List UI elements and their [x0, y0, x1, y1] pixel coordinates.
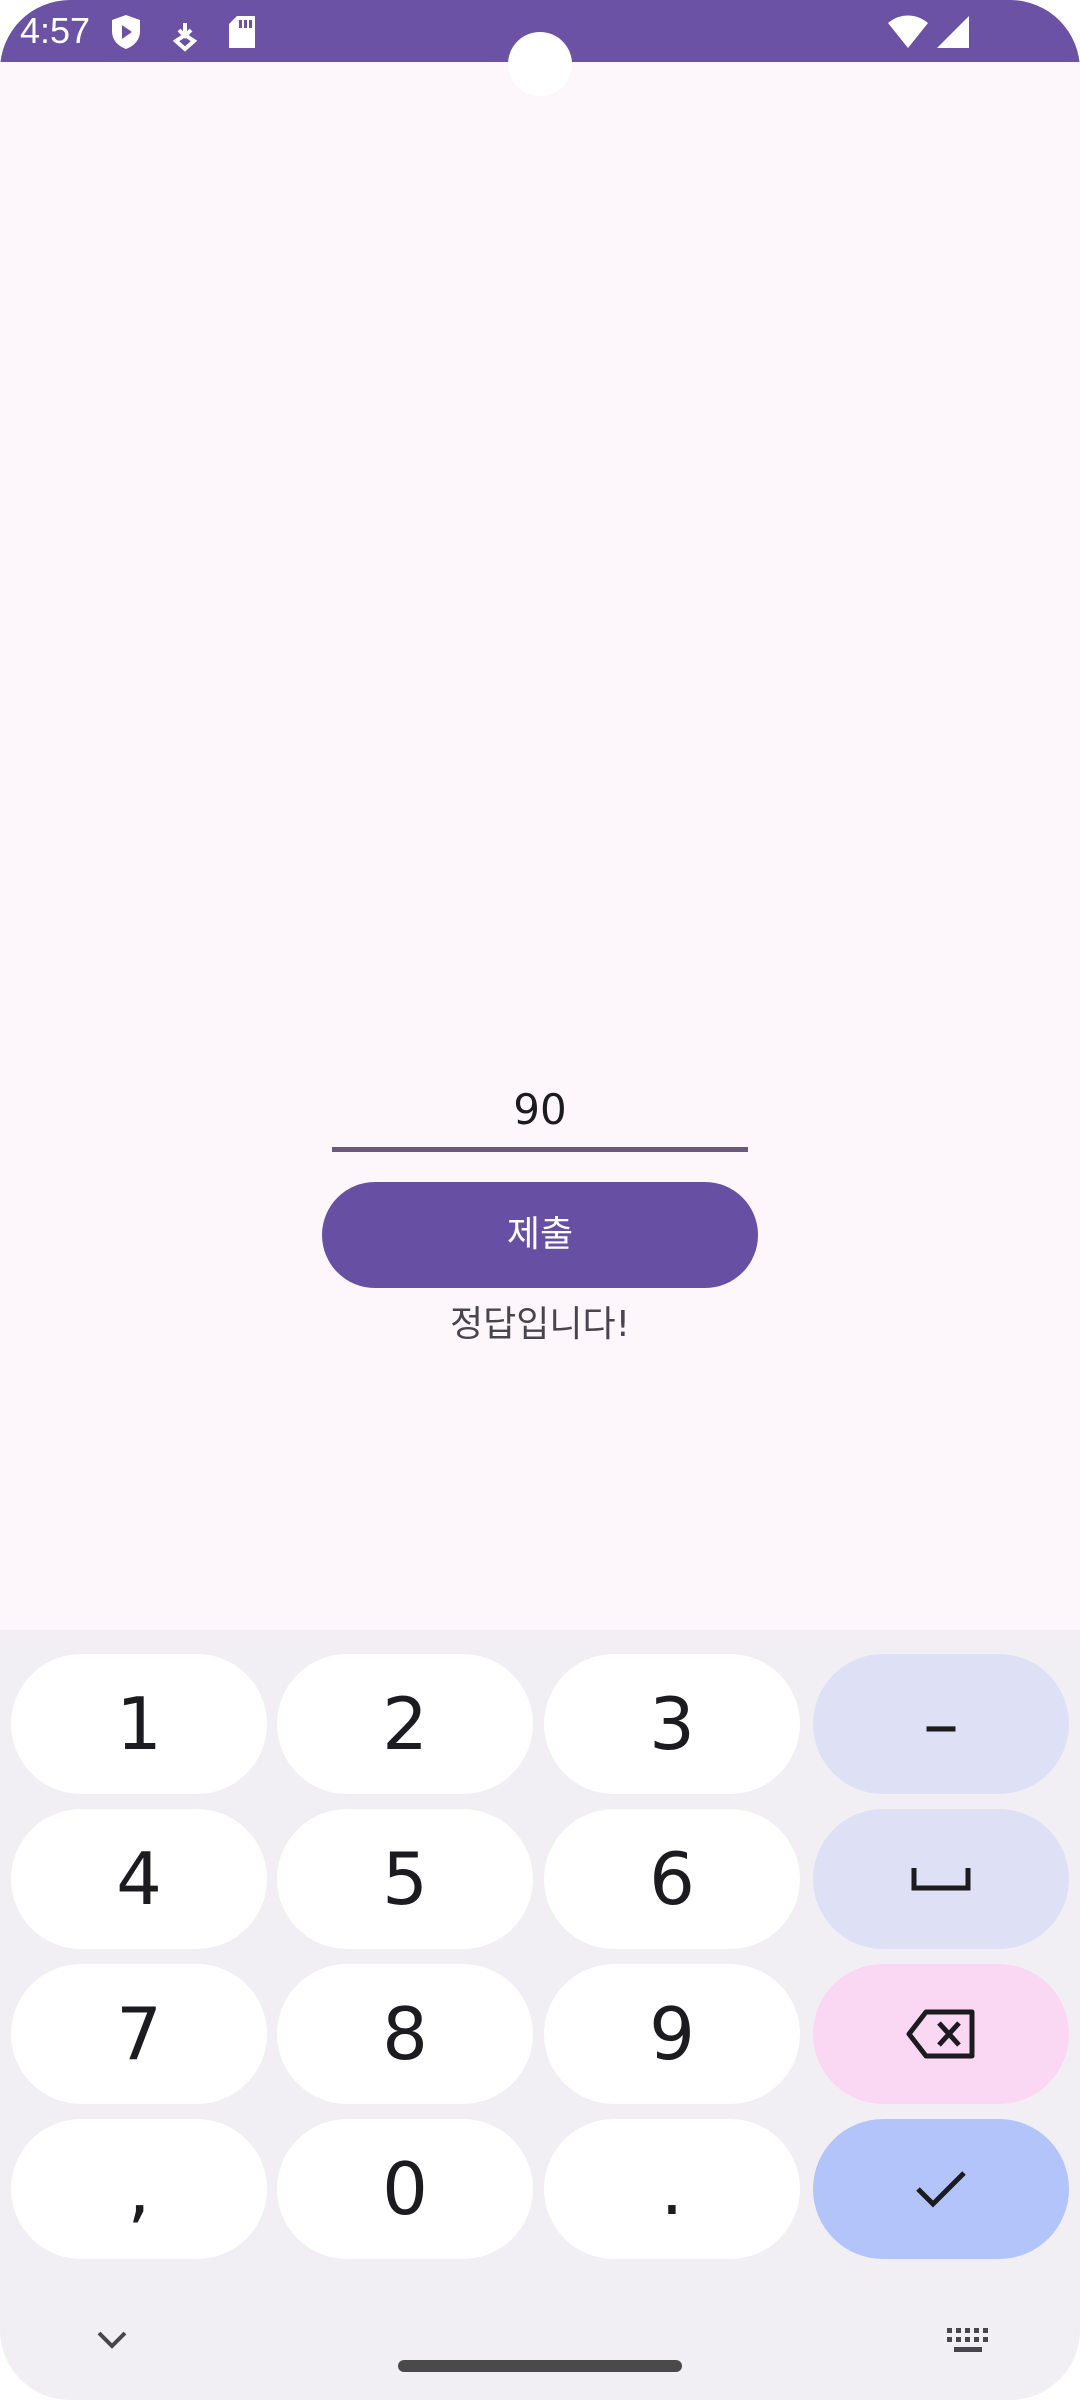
key-2[interactable]: 2 — [277, 1654, 533, 1794]
key-period[interactable]: . — [544, 2119, 800, 2259]
download-icon — [172, 23, 198, 52]
numeric-keyboard: 1 2 3 – 4 5 6 7 8 9 , 0 . — [0, 1630, 1080, 2400]
key-5[interactable]: 5 — [277, 1809, 533, 1949]
wifi-icon — [888, 15, 928, 48]
camera-cutout — [508, 32, 572, 96]
chevron-down-icon[interactable] — [96, 2330, 128, 2350]
cell-signal-icon — [937, 16, 969, 48]
key-3[interactable]: 3 — [544, 1654, 800, 1794]
app-screen: 4:57 90 제출 정답입니다! 1 2 3 – 4 5 6 7 8 9 , … — [0, 0, 1080, 2400]
sd-card-icon — [229, 16, 255, 48]
shield-play-icon — [112, 15, 140, 49]
key-comma[interactable]: , — [11, 2119, 267, 2259]
result-message: 정답입니다! — [449, 1304, 631, 1345]
key-space[interactable] — [813, 1809, 1069, 1949]
key-9[interactable]: 9 — [544, 1964, 800, 2104]
key-4[interactable]: 4 — [11, 1809, 267, 1949]
home-indicator[interactable] — [398, 2360, 682, 2372]
key-minus[interactable]: – — [813, 1654, 1069, 1794]
space-bar-icon — [911, 1868, 971, 1891]
key-0[interactable]: 0 — [277, 2119, 533, 2259]
answer-input[interactable]: 90 — [332, 1070, 748, 1152]
backspace-icon — [906, 2009, 975, 2059]
keyboard-icon[interactable] — [946, 2326, 990, 2354]
key-8[interactable]: 8 — [277, 1964, 533, 2104]
key-7[interactable]: 7 — [11, 1964, 267, 2104]
status-time: 4:57 — [20, 10, 91, 51]
checkmark-icon — [916, 2171, 966, 2208]
key-6[interactable]: 6 — [544, 1809, 800, 1949]
key-backspace[interactable] — [813, 1964, 1069, 2104]
submit-button[interactable]: 제출 — [322, 1182, 758, 1288]
key-1[interactable]: 1 — [11, 1654, 267, 1794]
key-enter[interactable] — [813, 2119, 1069, 2259]
